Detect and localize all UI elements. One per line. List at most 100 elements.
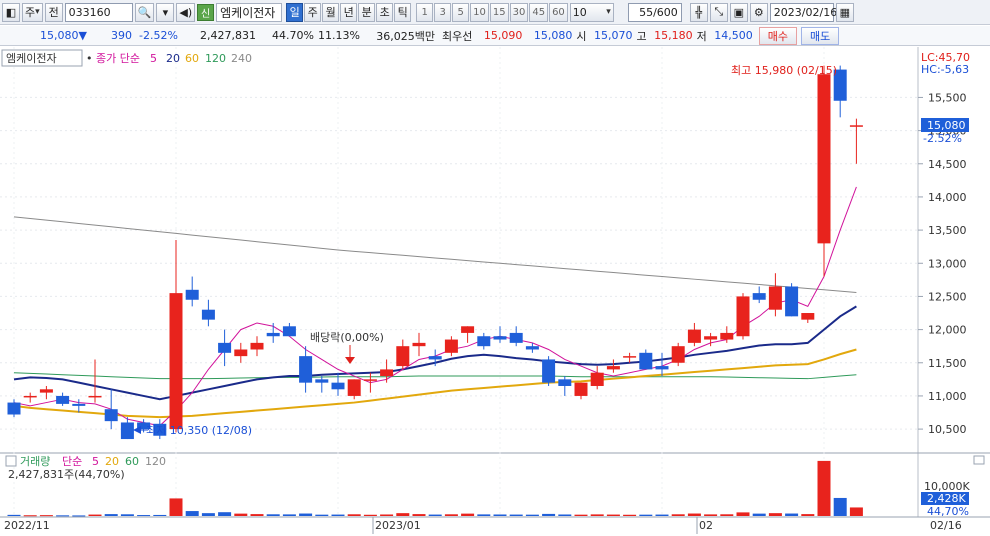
volume-bar <box>120 514 134 516</box>
best-bid-label: 최우선 <box>442 29 473 43</box>
down-list-icon[interactable]: ▾ <box>156 2 175 22</box>
candle-type-icon[interactable]: ╬ <box>689 2 708 22</box>
count-select[interactable]: 10 ▾ <box>569 2 614 22</box>
legend-ma5: 5 <box>150 52 157 65</box>
candle-body <box>655 366 669 370</box>
hc-indicator: HC:-5,63 <box>921 63 969 76</box>
period-tab-tick[interactable]: 틱 <box>394 2 412 22</box>
market-select[interactable]: 주 ▾ <box>22 2 43 22</box>
period-tab-day[interactable]: 일 <box>286 2 304 22</box>
interval-15[interactable]: 15 <box>489 2 509 22</box>
candle-body <box>525 346 539 350</box>
high-label: 고 <box>636 29 647 43</box>
volume-bar <box>428 514 442 516</box>
volume-bar <box>347 514 361 516</box>
candle-body <box>704 336 718 340</box>
volume-legend-ma-label: 단순 <box>62 455 82 468</box>
volume-pane-toggle-icon[interactable] <box>5 455 17 467</box>
interval-30[interactable]: 30 <box>509 2 529 22</box>
period-tab-week[interactable]: 주 <box>304 2 322 22</box>
legend-dot: • <box>86 52 93 65</box>
interval-60[interactable]: 60 <box>549 2 568 22</box>
volume-bar <box>137 515 151 517</box>
candle-body <box>331 382 345 390</box>
candle-body <box>623 356 637 358</box>
volume-bar <box>250 514 264 516</box>
y-tick-label: 12,500 <box>928 290 967 303</box>
candle-body <box>606 366 620 370</box>
line-tool-icon[interactable]: ⤡ <box>709 2 728 22</box>
open-price: 15,070 <box>594 29 633 42</box>
candle-body <box>396 346 410 367</box>
x-axis-end-label: 02/16 <box>930 519 962 532</box>
period-tab-second[interactable]: 초 <box>376 2 394 22</box>
chevron-down-icon: ▾ <box>606 7 611 17</box>
y-tick-label: 13,000 <box>928 257 967 270</box>
x-axis-label-nov: 2022/11 <box>4 519 50 532</box>
interval-10[interactable]: 10 <box>470 2 489 22</box>
candle-body <box>477 336 491 347</box>
y-tick-label: 12,000 <box>928 324 967 337</box>
candle-body <box>785 286 799 317</box>
candle-body <box>461 326 475 333</box>
volume-bar <box>380 514 394 516</box>
layout-icon[interactable]: ◧ <box>2 2 20 22</box>
calendar-icon[interactable]: ▦ <box>835 2 854 22</box>
date-input[interactable]: 2023/02/16 <box>769 2 837 22</box>
stock-chart[interactable]: 10,500 11,000 11,500 12,000 12,500 13,000 13,5… <box>0 47 990 536</box>
legend-ma240: 240 <box>231 52 252 65</box>
search-icon[interactable]: 🔍 <box>134 2 155 22</box>
candle-body <box>671 346 685 363</box>
speaker-icon[interactable]: ◀) <box>176 2 196 22</box>
candle-body <box>736 296 750 337</box>
volume-bar <box>477 514 491 516</box>
volume-bar <box>396 513 410 516</box>
interval-3[interactable]: 3 <box>434 2 452 22</box>
legend-stock-name: 엠케이전자 <box>6 52 57 65</box>
volume-legend-ma60: 60 <box>125 455 139 468</box>
turnover-rate: 11.13% <box>318 29 360 42</box>
prev-button[interactable]: 전 <box>44 2 63 22</box>
candle-body <box>428 356 442 360</box>
chart-toolbar: ◧ 주 ▾ 전 033160 🔍 ▾ ◀) 신 엠케이전자 일 주 월 년 분 초… <box>0 0 990 25</box>
volume-bar <box>606 514 620 516</box>
candle-body <box>7 402 21 415</box>
sell-button[interactable]: 매도 <box>801 26 840 45</box>
candle-body <box>444 339 458 353</box>
volume-bar <box>817 460 831 516</box>
volume-bar <box>201 513 215 516</box>
volume-ratio: 44.70% <box>272 29 314 42</box>
volume-bar <box>574 514 588 516</box>
candle-body <box>282 326 296 337</box>
chart-area[interactable]: 10,500 11,000 11,500 12,000 12,500 13,000 13,5… <box>0 47 990 536</box>
legend-ma20: 20 <box>166 52 180 65</box>
candle-body <box>266 332 280 337</box>
save-icon[interactable]: ▣ <box>729 2 748 22</box>
volume-bar <box>153 514 167 516</box>
period-tab-month[interactable]: 월 <box>322 2 340 22</box>
buy-button[interactable]: 매수 <box>758 26 797 45</box>
volume-bar <box>639 514 653 516</box>
candle-body <box>104 409 118 422</box>
bar-count-input[interactable]: 55/600 <box>627 2 682 22</box>
volume-bar <box>671 514 685 516</box>
candle-body <box>201 309 215 320</box>
candle-body <box>590 372 604 386</box>
period-tab-year[interactable]: 년 <box>340 2 358 22</box>
stock-code-input[interactable]: 033160 <box>64 2 133 22</box>
gear-icon[interactable]: ⚙ <box>749 2 768 22</box>
period-tab-minute[interactable]: 분 <box>358 2 376 22</box>
candle-body <box>347 379 361 396</box>
legend-ma-label: 종가 단순 <box>96 52 140 65</box>
interval-5[interactable]: 5 <box>452 2 470 22</box>
candle-body <box>56 395 70 404</box>
down-arrow-icon: ▼ <box>78 29 87 42</box>
volume-bar <box>558 514 572 516</box>
trade-amount: 36,025백만 <box>376 29 435 43</box>
volume-bar <box>509 514 523 516</box>
interval-1[interactable]: 1 <box>416 2 434 22</box>
interval-45[interactable]: 45 <box>529 2 549 22</box>
current-price-cell: 15,080▼ <box>0 29 92 42</box>
volume-pane-menu-icon[interactable] <box>973 455 985 465</box>
candle-body <box>542 359 556 383</box>
